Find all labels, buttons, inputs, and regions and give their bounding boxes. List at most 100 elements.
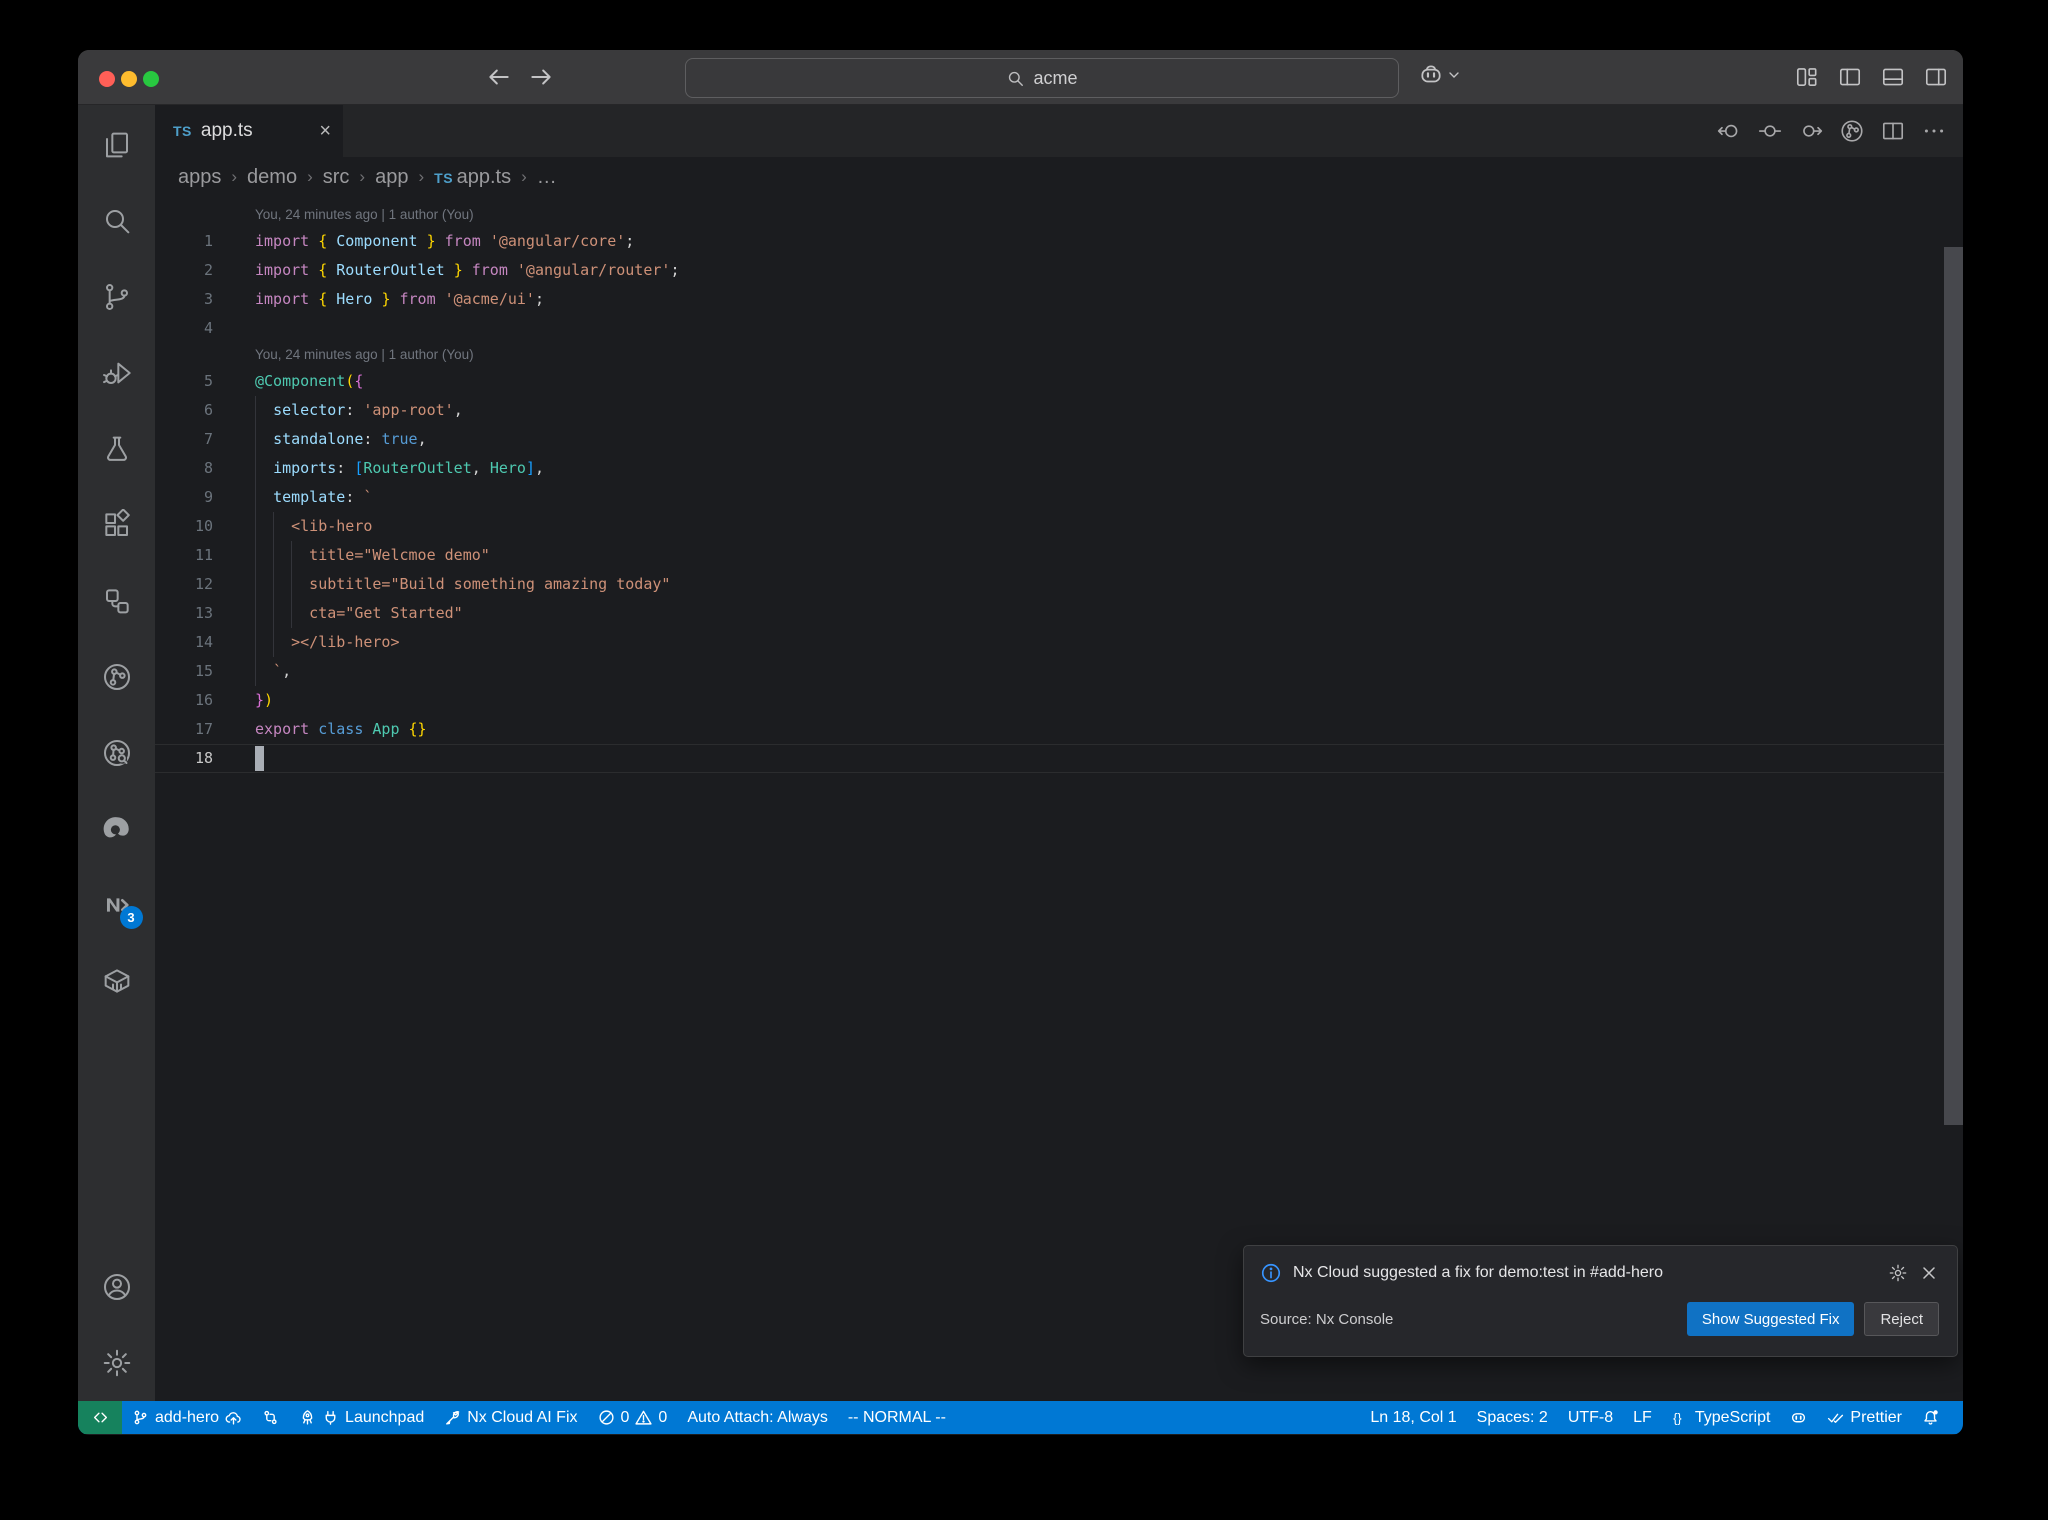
notification-settings-gear-icon[interactable] (1888, 1263, 1908, 1283)
indent-guide (273, 628, 275, 657)
code-token: ></lib-hero> (255, 633, 400, 651)
code-token: , (282, 662, 292, 680)
encoding-status-label: UTF-8 (1567, 1408, 1614, 1426)
launchpad-status[interactable]: Launchpad (289, 1401, 434, 1434)
bell-dot-icon (1922, 1409, 1939, 1426)
sidebar-item-account[interactable] (101, 1271, 133, 1303)
notifications-bell[interactable] (1912, 1401, 1949, 1434)
branch-status[interactable]: add-hero (122, 1401, 252, 1434)
breadcrumb-item-app[interactable]: app (375, 166, 408, 189)
cloud-upload-icon (225, 1409, 242, 1426)
split-editor-icon[interactable] (1880, 118, 1906, 144)
breadcrumb-item-appts[interactable]: TS app.ts (434, 166, 511, 189)
git-compare-status[interactable] (252, 1401, 289, 1434)
sidebar-item-search[interactable] (101, 205, 133, 237)
eol-status[interactable]: LF (1623, 1401, 1662, 1434)
sidebar-item-explorer[interactable] (101, 129, 133, 161)
code-token: '@angular/router' (516, 261, 671, 279)
remote-indicator[interactable] (78, 1401, 122, 1434)
sidebar-item-nx-console[interactable]: 3 (101, 889, 143, 929)
sidebar-item-nx-graph[interactable] (101, 661, 133, 693)
line-number: 8 (203, 459, 213, 477)
indent-guide (255, 599, 256, 628)
minimize-window-button[interactable] (121, 71, 137, 87)
panel-bottom-icon[interactable] (1880, 64, 1906, 90)
encoding-status[interactable]: UTF-8 (1558, 1401, 1623, 1434)
show-suggested-fix-button[interactable]: Show Suggested Fix (1686, 1302, 1855, 1336)
reject-button[interactable]: Reject (1864, 1302, 1939, 1336)
breadcrumb-separator-icon: › (307, 167, 313, 186)
breadcrumb-item-apps[interactable]: apps (178, 166, 221, 189)
indent-guide (255, 628, 256, 657)
copilot-status[interactable] (1780, 1401, 1817, 1434)
copilot-icon (1418, 62, 1444, 88)
code-area: You, 24 minutes ago | 1 author (You) 1 imp… (155, 197, 1963, 773)
sidebar-item-linked-squares[interactable] (101, 585, 133, 617)
notification-close-icon[interactable] (1919, 1263, 1939, 1283)
nx-cloud-ai-fix-status-label: Nx Cloud AI Fix (467, 1408, 578, 1426)
code-token: from (444, 232, 481, 250)
sidebar-item-nx-graph-search[interactable] (101, 737, 133, 769)
tab-close-icon[interactable]: × (319, 121, 331, 141)
code-line-content: ></lib-hero> (255, 628, 400, 657)
customize-layout-icon[interactable] (1794, 64, 1820, 90)
sidebar-item-run-debug[interactable] (101, 357, 133, 389)
panel-left-icon[interactable] (1837, 64, 1863, 90)
sidebar-item-container[interactable] (101, 965, 133, 997)
nav-back-icon[interactable] (1716, 118, 1742, 144)
error-icon (598, 1409, 615, 1426)
breadcrumb-item-[interactable]: … (537, 166, 557, 189)
breadcrumb-item-demo[interactable]: demo (247, 166, 297, 189)
notification-source: Source: Nx Console (1260, 1310, 1394, 1328)
code-token: {} (408, 720, 427, 738)
cursor-position-status[interactable]: Ln 18, Col 1 (1360, 1401, 1466, 1434)
indentation-status[interactable]: Spaces: 2 (1467, 1401, 1558, 1434)
editor-scrollbar[interactable] (1944, 247, 1963, 1125)
code-editor[interactable]: You, 24 minutes ago | 1 author (You) 1 imp… (155, 197, 1963, 1401)
nx-cloud-ai-fix-status[interactable]: Nx Cloud AI Fix (434, 1401, 587, 1434)
sidebar-item-testing[interactable] (101, 433, 133, 465)
indent-guide (273, 599, 275, 628)
panel-right-icon[interactable] (1923, 64, 1949, 90)
line-number: 4 (203, 319, 213, 337)
auto-attach-status[interactable]: Auto Attach: Always (677, 1401, 838, 1434)
vim-mode-status[interactable]: -- NORMAL -- (838, 1401, 956, 1434)
problems-status[interactable]: 00 (588, 1401, 678, 1434)
sidebar-item-extensions[interactable] (101, 508, 133, 541)
sidebar-item-settings[interactable] (101, 1347, 133, 1379)
code-token: ; (670, 261, 680, 279)
indent-guide (291, 599, 293, 628)
navigate-forward-icon[interactable] (528, 64, 554, 90)
command-center-search[interactable]: acme (685, 58, 1399, 98)
language-status[interactable]: {} TypeScript (1662, 1401, 1781, 1434)
nav-forward-icon[interactable] (1798, 118, 1824, 144)
more-icon[interactable] (1921, 118, 1947, 144)
prettier-status[interactable]: Prettier (1817, 1401, 1912, 1434)
breadcrumb-item-src[interactable]: src (323, 166, 350, 189)
code-line: 12 subtitle="Build something amazing tod… (155, 570, 1963, 599)
sidebar-item-source-control[interactable] (101, 281, 133, 313)
notification-toast: Nx Cloud suggested a fix for demo:test i… (1243, 1245, 1958, 1357)
code-token: { (318, 261, 328, 279)
code-line-content: imports: [RouterOutlet, Hero], (255, 454, 544, 483)
code-line: 9 template: ` (155, 483, 1963, 512)
code-line-content: import { Component } from '@angular/core… (255, 227, 634, 256)
close-window-button[interactable] (99, 71, 115, 87)
line-number: 6 (203, 401, 213, 419)
nx-graph-icon[interactable] (1839, 118, 1865, 144)
copilot-menu[interactable] (1418, 62, 1462, 88)
tab-app-ts[interactable]: TS app.ts × (155, 105, 343, 157)
sidebar-item-edge[interactable] (101, 813, 133, 845)
zoom-window-button[interactable] (143, 71, 159, 87)
code-line-content: export class App {} (255, 715, 427, 744)
nav-dot-icon[interactable] (1757, 118, 1783, 144)
navigate-back-icon[interactable] (486, 64, 512, 90)
typescript-file-icon: TS (173, 123, 192, 139)
code-line: 13 cta="Get Started" (155, 599, 1963, 628)
code-line-content: import { RouterOutlet } from '@angular/r… (255, 256, 679, 285)
code-token: : (363, 430, 382, 448)
git-branch-icon (132, 1409, 149, 1426)
